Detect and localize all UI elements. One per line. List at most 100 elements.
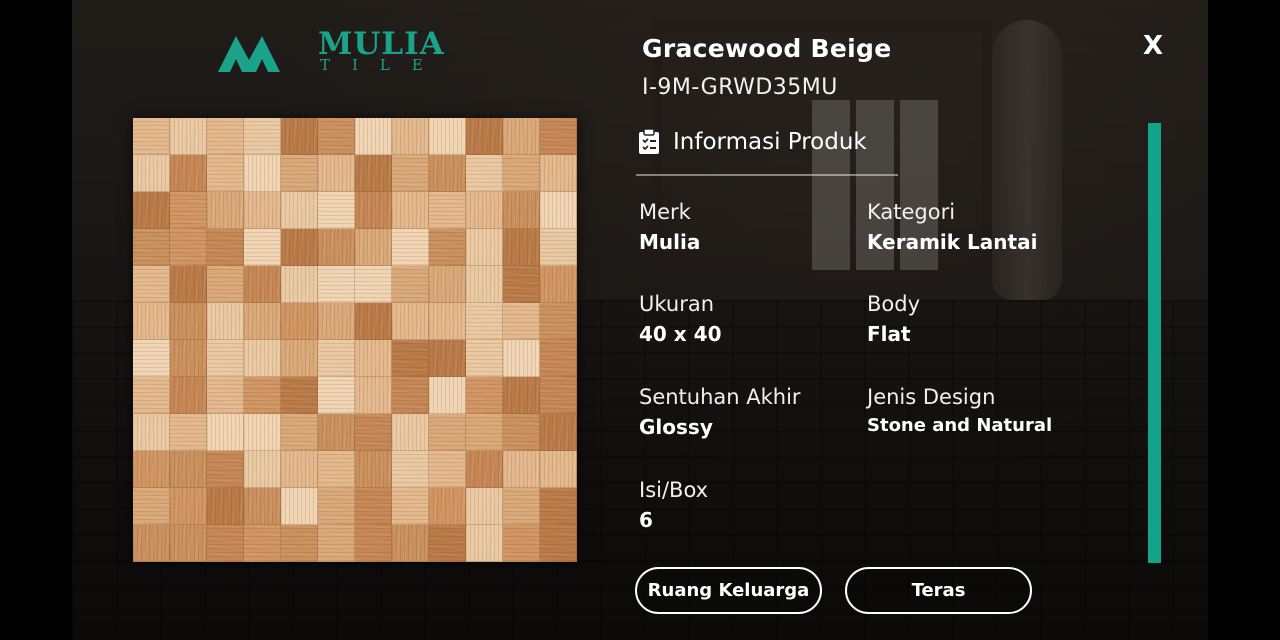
tile-square xyxy=(281,155,318,192)
tile-square xyxy=(355,192,392,229)
tile-square xyxy=(318,229,355,266)
tile-square xyxy=(540,525,577,562)
tile-square xyxy=(392,488,429,525)
tile-square xyxy=(392,266,429,303)
tile-square xyxy=(207,451,244,488)
product-name: Gracewood Beige xyxy=(642,34,892,63)
attr-label: Body xyxy=(867,292,921,316)
tile-square xyxy=(503,192,540,229)
tile-square xyxy=(207,525,244,562)
tile-square xyxy=(392,340,429,377)
info-scrollbar[interactable] xyxy=(1148,123,1161,563)
tile-square xyxy=(429,414,466,451)
info-section-label: Informasi Produk xyxy=(673,129,867,155)
tile-square xyxy=(318,414,355,451)
tile-square xyxy=(244,266,281,303)
tile-square xyxy=(540,414,577,451)
tile-square xyxy=(503,488,540,525)
attr-kategori: Kategori Keramik Lantai xyxy=(867,200,1037,254)
tile-square xyxy=(540,266,577,303)
attr-label: Isi/Box xyxy=(639,478,709,502)
room-chip-teras[interactable]: Teras xyxy=(845,567,1032,614)
tile-square xyxy=(466,118,503,155)
tile-square xyxy=(355,118,392,155)
tile-square xyxy=(207,229,244,266)
tile-square xyxy=(281,414,318,451)
tile-square xyxy=(392,414,429,451)
tile-square xyxy=(540,303,577,340)
tile-square xyxy=(318,488,355,525)
attr-body: Body Flat xyxy=(867,292,920,346)
tile-square xyxy=(392,303,429,340)
mulia-logo-mark-icon xyxy=(218,36,280,72)
tile-square xyxy=(540,192,577,229)
tile-square xyxy=(392,118,429,155)
attr-label: Ukuran xyxy=(639,292,715,316)
tile-square xyxy=(318,303,355,340)
tile-square xyxy=(133,414,170,451)
tile-square xyxy=(244,451,281,488)
tile-square xyxy=(133,266,170,303)
tile-square xyxy=(244,303,281,340)
tile-square xyxy=(133,118,170,155)
tile-square xyxy=(207,414,244,451)
tile-square xyxy=(170,340,207,377)
tile-square xyxy=(133,377,170,414)
tile-square xyxy=(318,377,355,414)
tile-square xyxy=(207,192,244,229)
tile-square xyxy=(318,266,355,303)
logo-subtitle: TILE xyxy=(320,56,445,74)
tile-square xyxy=(466,229,503,266)
tile-square xyxy=(244,118,281,155)
tile-square xyxy=(429,266,466,303)
tile-square xyxy=(429,340,466,377)
tile-square xyxy=(429,229,466,266)
tile-square xyxy=(170,488,207,525)
tile-square xyxy=(429,488,466,525)
tile-square xyxy=(170,525,207,562)
tile-square xyxy=(207,303,244,340)
mulia-tile-logo: MULIA TILE xyxy=(218,26,448,76)
tile-square xyxy=(503,118,540,155)
attr-value: 6 xyxy=(639,508,653,532)
tile-square xyxy=(540,451,577,488)
tile-square xyxy=(281,229,318,266)
tile-square xyxy=(133,488,170,525)
tile-square xyxy=(355,155,392,192)
tile-square xyxy=(355,303,392,340)
tile-square xyxy=(170,192,207,229)
tile-square xyxy=(355,488,392,525)
product-code: I-9M-GRWD35MU xyxy=(642,75,838,100)
tile-square xyxy=(133,303,170,340)
info-section-header: Informasi Produk xyxy=(638,126,867,158)
tile-square xyxy=(466,525,503,562)
tile-square xyxy=(429,451,466,488)
room-chip-ruang-keluarga[interactable]: Ruang Keluarga xyxy=(635,567,822,614)
attr-value: Keramik Lantai xyxy=(867,230,1038,254)
tile-square xyxy=(170,303,207,340)
tile-square xyxy=(466,377,503,414)
tile-square xyxy=(281,451,318,488)
close-button[interactable]: X xyxy=(1138,30,1168,62)
tile-square xyxy=(207,266,244,303)
tile-square xyxy=(244,377,281,414)
tile-square xyxy=(318,118,355,155)
tile-square xyxy=(392,451,429,488)
tile-square xyxy=(466,451,503,488)
tile-square xyxy=(133,229,170,266)
clipboard-icon xyxy=(639,129,659,154)
attr-value: Flat xyxy=(867,322,911,346)
tile-square xyxy=(429,303,466,340)
tile-square xyxy=(466,192,503,229)
tile-square xyxy=(540,377,577,414)
tile-square xyxy=(170,266,207,303)
tile-square xyxy=(244,525,281,562)
tile-square xyxy=(503,414,540,451)
tile-square xyxy=(429,118,466,155)
attr-value: Stone and Natural xyxy=(867,415,1053,436)
tile-square xyxy=(503,229,540,266)
tile-square xyxy=(207,155,244,192)
attr-sentuhan-akhir: Sentuhan Akhir Glossy xyxy=(639,385,801,439)
tile-square xyxy=(540,488,577,525)
tile-square xyxy=(429,377,466,414)
